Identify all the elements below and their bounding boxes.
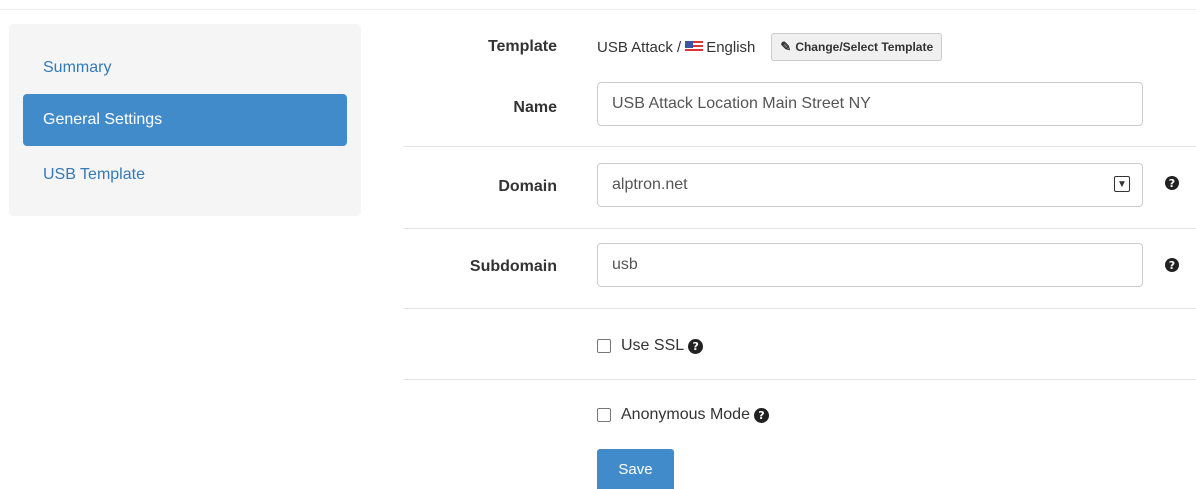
template-name: USB Attack /	[597, 38, 682, 56]
help-icon[interactable]: ?	[1165, 258, 1179, 272]
change-template-label: Change/Select Template	[795, 40, 934, 54]
anonymous-mode-row: Anonymous Mode ?	[597, 406, 769, 424]
domain-select[interactable]: alptron.net ▼	[597, 163, 1143, 207]
template-label: Template	[487, 38, 557, 55]
us-flag-icon	[685, 41, 704, 53]
sidebar-item-label: Summary	[43, 59, 112, 76]
help-icon[interactable]: ?	[753, 407, 769, 423]
top-divider	[0, 9, 1196, 10]
subdomain-value: usb	[612, 256, 638, 273]
divider	[403, 228, 1196, 229]
save-button[interactable]: Save	[597, 449, 674, 489]
sidebar-item-label: General Settings	[43, 111, 163, 128]
divider	[403, 379, 1196, 380]
name-input[interactable]: USB Attack Location Main Street NY	[597, 82, 1143, 126]
sidebar-item-general-settings[interactable]: General Settings	[23, 94, 347, 146]
use-ssl-row: Use SSL ?	[597, 337, 704, 355]
divider	[403, 146, 1196, 147]
anonymous-mode-checkbox[interactable]	[597, 408, 611, 422]
sidebar-item-summary[interactable]: Summary	[23, 42, 347, 94]
divider	[403, 308, 1196, 309]
subdomain-label: Subdomain	[469, 258, 557, 275]
use-ssl-checkbox[interactable]	[597, 339, 611, 353]
use-ssl-label[interactable]: Use SSL	[621, 337, 684, 355]
name-value: USB Attack Location Main Street NY	[612, 95, 871, 112]
sidebar-item-usb-template[interactable]: USB Template	[23, 149, 347, 201]
name-label: Name	[513, 99, 557, 116]
domain-value: alptron.net	[612, 176, 688, 193]
subdomain-input[interactable]: usb	[597, 243, 1143, 287]
help-icon[interactable]: ?	[688, 338, 704, 354]
help-icon[interactable]: ?	[1165, 176, 1179, 190]
chevron-down-icon[interactable]: ▼	[1114, 176, 1130, 192]
domain-label: Domain	[498, 178, 557, 195]
template-language: English	[706, 38, 756, 56]
sidebar-item-label: USB Template	[43, 166, 145, 183]
change-template-button[interactable]: ✎ Change/Select Template	[771, 33, 943, 61]
template-value: USB Attack / English ✎ Change/Select Tem…	[597, 33, 943, 61]
sidebar: Summary General Settings USB Template	[9, 24, 361, 216]
anonymous-mode-label[interactable]: Anonymous Mode	[621, 406, 750, 424]
edit-icon: ✎	[780, 39, 792, 54]
